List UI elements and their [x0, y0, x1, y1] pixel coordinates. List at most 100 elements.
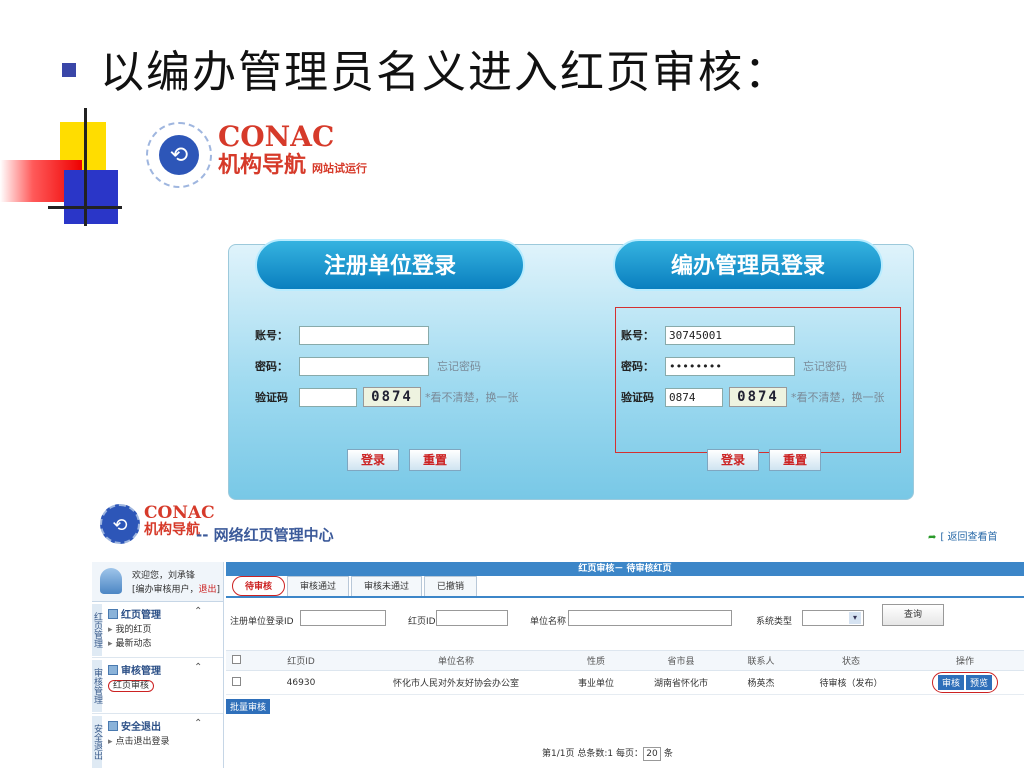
back-to-home-link[interactable]: ➦[ 返回查看首: [928, 528, 997, 543]
cell-contact: 杨英杰: [726, 670, 796, 695]
password-label: 密码：: [255, 360, 288, 373]
review-button[interactable]: 审核: [937, 675, 964, 690]
sidebar-item-label: 我的红页: [115, 625, 152, 635]
sidebar-tag-review[interactable]: 审核管理: [92, 660, 102, 712]
logo-english: CONAC: [218, 120, 335, 153]
role-bracket: ]: [216, 585, 221, 595]
row-checkbox[interactable]: [226, 670, 246, 695]
filter-bar: 注册单位登录ID 红页ID 单位名称 系统类型 ▾ 查询: [226, 598, 1024, 634]
edit-icon: [108, 609, 118, 619]
triangle-icon: ▸: [108, 737, 113, 747]
col-redpage-id: 红页ID: [246, 650, 356, 671]
captcha-label: 验证码: [255, 391, 288, 404]
redpage-id-label: 红页ID: [408, 617, 436, 627]
logout-link[interactable]: 退出: [199, 585, 217, 595]
admin-sidebar: 欢迎您，刘承锋 [编办审核用户，退出] 红页管理 红页管理 ⌃ ▸ 我的红页 ▸ 最…: [92, 562, 224, 768]
cell-actions: 审核 预览: [906, 670, 1024, 695]
password-input[interactable]: ••••••••: [665, 356, 795, 376]
query-button[interactable]: 查询: [882, 604, 944, 626]
admin-logo-english: CONAC: [144, 503, 215, 523]
logo-chinese-name: 机构导航: [218, 153, 307, 178]
reset-button[interactable]: 重置: [409, 449, 461, 471]
system-type-select[interactable]: ▾: [802, 610, 864, 626]
pagination: 第1/1页 总条数:1 每页： 20 条: [542, 746, 673, 761]
forgot-password-link[interactable]: 忘记密码: [803, 358, 847, 374]
sidebar-group-review: 审核管理 审核管理 ⌃ 红页审核: [92, 658, 223, 714]
admin-login-form: 账号： 30745001 密码： •••••••• 忘记密码 验证码 0874 …: [621, 325, 885, 418]
sidebar-head-label: 审核管理: [121, 666, 161, 677]
password-input[interactable]: [299, 356, 429, 376]
main-title-bar: 红页审核－ 待审核红页: [226, 562, 1024, 576]
collapse-icon[interactable]: ⌃: [194, 606, 202, 617]
col-status: 状态: [796, 650, 906, 671]
preview-button[interactable]: 预览: [966, 675, 993, 690]
account-label: 账号：: [255, 329, 288, 342]
bullet-marker: [62, 63, 76, 77]
col-region: 省市县: [636, 650, 726, 671]
admin-buttons: 登录 重置: [707, 449, 831, 471]
cell-type: 事业单位: [556, 670, 636, 695]
login-id-input[interactable]: [300, 610, 386, 626]
sidebar-item-logout[interactable]: ▸ 点击退出登录: [108, 734, 170, 747]
sidebar-item-my-redpage[interactable]: ▸ 我的红页: [108, 622, 152, 635]
edit-icon: [108, 665, 118, 675]
back-arrow-icon: ➦: [928, 532, 937, 543]
sidebar-tag-logout[interactable]: 安全退出: [92, 716, 102, 768]
cell-region: 湖南省怀化市: [636, 670, 726, 695]
admin-login-tab[interactable]: 编办管理员登录: [613, 239, 883, 291]
chevron-down-icon: ▾: [849, 612, 861, 624]
redpage-table: 红页ID 单位名称 性质 省市县 联系人 状态 操作 46930 怀化市人民对外…: [226, 650, 1024, 695]
col-actions: 操作: [906, 650, 1024, 671]
captcha-refresh-link[interactable]: *看不清楚，换一张: [791, 389, 885, 405]
forgot-password-link[interactable]: 忘记密码: [437, 358, 481, 374]
sidebar-item-label: 点击退出登录: [115, 737, 170, 747]
login-button[interactable]: 登录: [707, 449, 759, 471]
reset-button[interactable]: 重置: [769, 449, 821, 471]
unit-name-input[interactable]: [568, 610, 732, 626]
tab-revoked[interactable]: 已撤销: [424, 576, 478, 596]
sidebar-group-redpage: 红页管理 红页管理 ⌃ ▸ 我的红页 ▸ 最新动态: [92, 602, 223, 658]
user-avatar-icon: [100, 568, 122, 594]
col-type: 性质: [556, 650, 636, 671]
registered-unit-login-form: 账号： 密码： 忘记密码 验证码 0874 *看不清楚，换一张: [255, 325, 519, 418]
tab-rejected[interactable]: 审核未通过: [351, 576, 423, 596]
table-header-row: 红页ID 单位名称 性质 省市县 联系人 状态 操作: [226, 650, 1024, 671]
conac-logo: ⟲ CONAC 机构导航 网站试运行: [146, 122, 367, 188]
cell-unit-name: 怀化市人民对外友好协会办公室: [356, 670, 556, 695]
sidebar-tag-redpage[interactable]: 红页管理: [92, 604, 102, 656]
decor-horizontal-line: [48, 206, 122, 209]
cell-redpage-id: 46930: [246, 670, 356, 695]
batch-review-button[interactable]: 批量审核: [226, 699, 271, 714]
select-all-checkbox[interactable]: [226, 650, 246, 671]
slide: 以编办管理员名义进入红页审核： ⟲ CONAC 机构导航 网站试运行 注册单位登录…: [0, 0, 1024, 768]
admin-main: 红页审核－ 待审核红页 待审核 审核通过 审核未通过 已撤销 注册单位登录ID …: [226, 562, 1024, 768]
conac-seal-icon: ⟲: [146, 122, 212, 188]
sidebar-item-redpage-review[interactable]: 红页审核: [108, 678, 155, 692]
decor-blue-square: [64, 170, 118, 224]
sidebar-head-review[interactable]: 审核管理: [108, 662, 161, 677]
sidebar-head-redpage[interactable]: 红页管理: [108, 606, 161, 621]
per-page-input[interactable]: 20: [642, 747, 661, 761]
user-role-label: [编办审核用户，: [132, 585, 199, 595]
collapse-icon[interactable]: ⌃: [194, 718, 202, 729]
cell-status: 待审核（发布）: [796, 670, 906, 695]
redpage-id-input[interactable]: [436, 610, 508, 626]
pager-unit: 条: [663, 749, 673, 759]
captcha-image[interactable]: 0874: [363, 387, 421, 407]
captcha-refresh-link[interactable]: *看不清楚，换一张: [425, 389, 519, 405]
account-input[interactable]: [299, 325, 429, 345]
captcha-input[interactable]: 0874: [665, 387, 723, 407]
account-input[interactable]: 30745001: [665, 325, 795, 345]
tab-pending[interactable]: 待审核: [232, 576, 286, 596]
collapse-icon[interactable]: ⌃: [194, 662, 202, 673]
tab-approved[interactable]: 审核通过: [287, 576, 350, 596]
captcha-input[interactable]: [299, 387, 357, 407]
sidebar-item-latest-news[interactable]: ▸ 最新动态: [108, 636, 152, 649]
sidebar-head-logout[interactable]: 安全退出: [108, 718, 161, 733]
login-button[interactable]: 登录: [347, 449, 399, 471]
login-panel: 注册单位登录 编办管理员登录 账号： 密码： 忘记密码 验证码 0874 *看不…: [228, 239, 914, 500]
password-label: 密码：: [621, 360, 654, 373]
captcha-image[interactable]: 0874: [729, 387, 787, 407]
sidebar-item-label: 红页审核: [108, 680, 155, 692]
registered-unit-login-tab[interactable]: 注册单位登录: [255, 239, 525, 291]
